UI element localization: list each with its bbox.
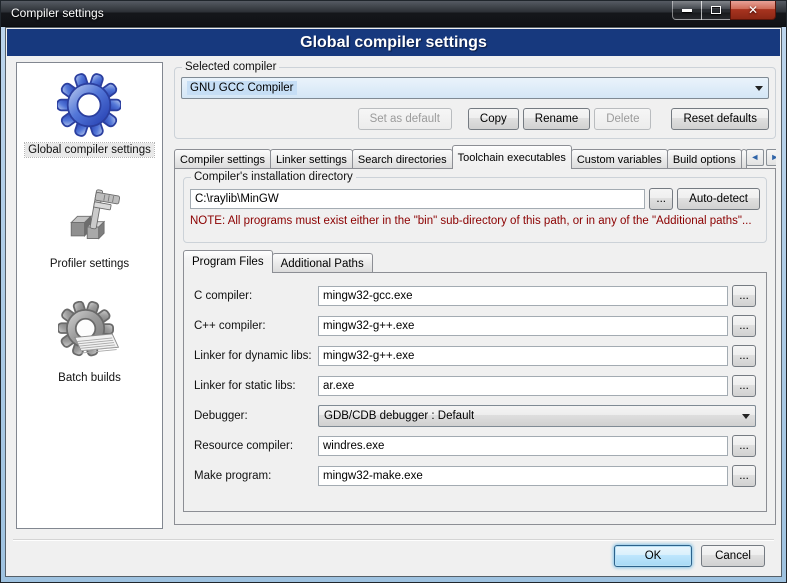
- debugger-label: Debugger:: [194, 410, 318, 422]
- compiler-settings-window: Compiler settings ✕ Global compiler sett…: [0, 0, 787, 583]
- linker-for-static-libs-label: Linker for static libs:: [194, 380, 318, 392]
- sidebar-item-label: Global compiler settings: [25, 143, 154, 157]
- browse-linker-for-static-libs-button[interactable]: ...: [732, 375, 756, 397]
- linker-for-dynamic-libs-label: Linker for dynamic libs:: [194, 350, 318, 362]
- browse-linker-for-dynamic-libs-button[interactable]: ...: [732, 345, 756, 367]
- browse-c-compiler-button[interactable]: ...: [732, 285, 756, 307]
- reset-defaults-button[interactable]: Reset defaults: [671, 108, 769, 130]
- chevron-down-icon: [742, 414, 750, 419]
- browse-cpp-compiler-button[interactable]: ...: [732, 315, 756, 337]
- chevron-down-icon: [755, 86, 763, 91]
- autodetect-button[interactable]: Auto-detect: [677, 188, 760, 210]
- selected-compiler-group: Selected compiler GNU GCC Compiler Set a…: [174, 61, 776, 139]
- make-program-input[interactable]: [318, 466, 728, 486]
- toolchain-row: Debugger: GDB/CDB debugger : Default: [194, 405, 756, 427]
- footer-separator: [13, 539, 774, 541]
- sidebar-item-label: Profiler settings: [47, 257, 132, 271]
- tab-compiler-settings[interactable]: Compiler settings: [174, 149, 271, 169]
- minimize-button[interactable]: [672, 1, 702, 20]
- c-compiler-label: C compiler:: [194, 290, 318, 302]
- arrow-left-icon: ◄: [750, 153, 759, 162]
- arrow-right-icon: ►: [770, 153, 776, 162]
- c-compiler-input[interactable]: [318, 286, 728, 306]
- sidebar-item-profiler-settings[interactable]: Profiler settings: [47, 187, 132, 271]
- footer: OK Cancel: [6, 545, 781, 567]
- tabstrip: Compiler settingsLinker settingsSearch d…: [174, 145, 776, 169]
- maximize-icon: [711, 6, 721, 14]
- make-program-label: Make program:: [194, 470, 318, 482]
- minimize-icon: [682, 9, 692, 12]
- debugger-value: GDB/CDB debugger : Default: [324, 410, 474, 422]
- gear-stack-icon: [58, 301, 122, 365]
- close-icon: ✕: [748, 4, 758, 16]
- titlebar[interactable]: Compiler settings ✕: [1, 1, 786, 27]
- selected-compiler-group-label: Selected compiler: [182, 61, 279, 73]
- subtabstrip: Program FilesAdditional Paths: [183, 250, 372, 273]
- browse-resource-compiler-button[interactable]: ...: [732, 435, 756, 457]
- install-dir-group-label: Compiler's installation directory: [191, 171, 356, 183]
- set-as-default-button: Set as default: [358, 108, 452, 130]
- linker-for-dynamic-libs-input[interactable]: [318, 346, 728, 366]
- tab-custom-variables[interactable]: Custom variables: [571, 149, 668, 169]
- settings-category-list: Global compiler settings Profiler setting…: [16, 62, 163, 529]
- install-dir-input[interactable]: [190, 189, 645, 209]
- compiler-select[interactable]: GNU GCC Compiler: [181, 77, 769, 99]
- tab-scroll-right-button[interactable]: ►: [766, 149, 776, 166]
- install-dir-row: ... Auto-detect: [190, 188, 760, 210]
- toolchain-row: Linker for static libs:...: [194, 375, 756, 397]
- tab-scroll-left-button[interactable]: ◄: [746, 149, 764, 166]
- debugger-select[interactable]: GDB/CDB debugger : Default: [318, 405, 756, 427]
- tab-scroll-buttons: ◄►: [746, 149, 776, 166]
- tab-search-directories[interactable]: Search directories: [352, 149, 453, 169]
- gear-blue-icon: [57, 73, 121, 137]
- linker-for-static-libs-input[interactable]: [318, 376, 728, 396]
- resource-compiler-input[interactable]: [318, 436, 728, 456]
- note-text: NOTE: All programs must exist either in …: [190, 215, 760, 227]
- close-button[interactable]: ✕: [730, 1, 776, 20]
- delete-button: Delete: [594, 108, 651, 130]
- cpp-compiler-label: C++ compiler:: [194, 320, 318, 332]
- maximize-button[interactable]: [701, 1, 731, 20]
- tab-build-options[interactable]: Build options: [667, 149, 742, 169]
- sidebar-item-label: Batch builds: [55, 371, 124, 385]
- ok-button[interactable]: OK: [614, 545, 692, 567]
- toolchain-row: Linker for dynamic libs:...: [194, 345, 756, 367]
- toolchain-row: Make program:...: [194, 465, 756, 487]
- tab-additional-paths[interactable]: Additional Paths: [272, 253, 373, 273]
- tab-toolchain-executables[interactable]: Toolchain executables: [452, 145, 572, 169]
- caliper-icon: [57, 187, 121, 251]
- compiler-action-buttons: Set as default CopyRenameDelete Reset defa…: [179, 108, 771, 130]
- page-title: Global compiler settings: [300, 34, 487, 52]
- tab-program-files[interactable]: Program Files: [183, 250, 273, 273]
- browse-install-dir-button[interactable]: ...: [649, 188, 673, 210]
- copy-button[interactable]: Copy: [468, 108, 519, 130]
- toolchain-executables-panel: Compiler's installation directory ... Au…: [174, 168, 776, 525]
- toolchain-row: C++ compiler:...: [194, 315, 756, 337]
- program-files-panel: C compiler:...C++ compiler:...Linker for…: [183, 272, 767, 512]
- sidebar-item-global-compiler-settings[interactable]: Global compiler settings: [25, 73, 154, 157]
- dialog-client-area: Global compiler settings Global compiler…: [5, 27, 782, 577]
- toolchain-row: Resource compiler:...: [194, 435, 756, 457]
- tab-linker-settings[interactable]: Linker settings: [270, 149, 353, 169]
- window-controls: ✕: [673, 1, 776, 20]
- browse-make-program-button[interactable]: ...: [732, 465, 756, 487]
- rename-button[interactable]: Rename: [523, 108, 590, 130]
- dialog-header: Global compiler settings: [7, 29, 780, 56]
- cpp-compiler-input[interactable]: [318, 316, 728, 336]
- resource-compiler-label: Resource compiler:: [194, 440, 318, 452]
- toolchain-row: C compiler:...: [194, 285, 756, 307]
- cancel-button[interactable]: Cancel: [701, 545, 765, 567]
- install-dir-group: Compiler's installation directory ... Au…: [183, 171, 767, 243]
- sidebar-item-batch-builds[interactable]: Batch builds: [55, 301, 124, 385]
- window-title: Compiler settings: [11, 6, 104, 20]
- compiler-select-value: GNU GCC Compiler: [187, 81, 297, 95]
